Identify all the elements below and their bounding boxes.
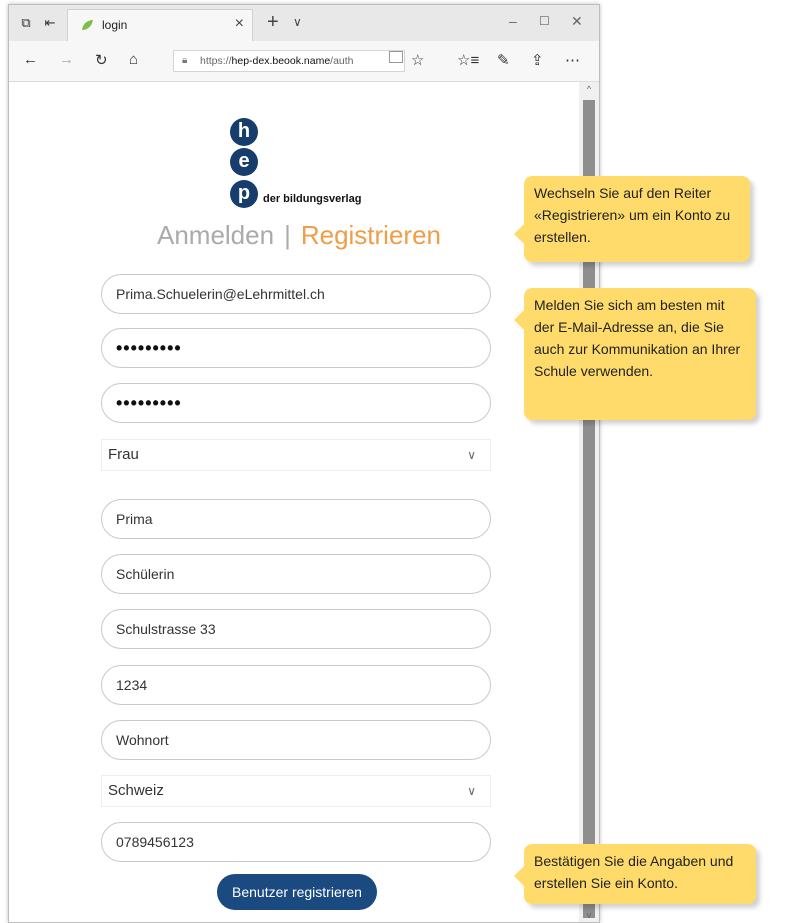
callout-pointer (514, 866, 524, 886)
logo-letter-h: h (230, 118, 258, 146)
last-name-field[interactable]: Schülerin (101, 554, 491, 594)
scroll-down-icon[interactable]: v (579, 910, 599, 920)
back-icon[interactable]: ← (23, 51, 38, 68)
register-button[interactable]: Benutzer registrieren (217, 874, 377, 910)
set-tabs-aside-icon[interactable]: ⇤ (39, 13, 61, 33)
share-icon[interactable]: ⇪ (531, 51, 544, 69)
callout-email-hint: Melden Sie sich am besten mit der E-Mail… (514, 288, 756, 420)
tab-actions-icon[interactable]: ⧉ (15, 13, 37, 33)
callout-pointer (514, 310, 524, 330)
tab-list-chevron-icon[interactable]: ∨ (293, 15, 302, 29)
address-bar[interactable]: 🔒︎ https://hep-dex.beook.name/auth (173, 50, 405, 72)
zip-field[interactable]: 1234 (101, 665, 491, 705)
country-select[interactable]: Schweiz ∨ (101, 775, 491, 807)
lock-icon: 🔒︎ (182, 55, 188, 66)
callout-text: Melden Sie sich am besten mit der E-Mail… (534, 297, 741, 379)
callout-text: Bestätigen Sie die Angaben und erstellen… (534, 853, 734, 891)
logo-letter-e: e (230, 148, 258, 176)
maximize-icon[interactable]: ☐ (539, 14, 550, 28)
tab-register[interactable]: Registrieren (301, 220, 441, 250)
url-host: hep-dex.beook.name (231, 55, 331, 67)
tab-close-icon[interactable]: × (235, 15, 244, 33)
navigation-bar: ← → ↻ ⌂ 🔒︎ https://hep-dex.beook.name/au… (9, 41, 599, 82)
more-icon[interactable]: ⋯ (565, 51, 580, 69)
logo-text: der bildungsverlag (263, 193, 362, 205)
email-field[interactable]: Prima.Schuelerin@eLehrmittel.ch (101, 274, 491, 314)
browser-window: ⧉ ⇤ login × + ∨ – ☐ ✕ ← → ↻ ⌂ 🔒︎ https:/… (8, 4, 600, 923)
tab-bar: ⧉ ⇤ login × + ∨ – ☐ ✕ (9, 5, 599, 41)
phone-field[interactable]: 0789456123 (101, 822, 491, 862)
minimize-icon[interactable]: – (509, 13, 517, 29)
callout-pointer (514, 224, 524, 244)
url-prefix: https:// (200, 55, 232, 67)
favorite-star-icon[interactable]: ☆ (411, 51, 424, 69)
scroll-up-icon[interactable]: ^ (579, 84, 599, 94)
reading-view-icon[interactable] (389, 51, 403, 63)
home-icon[interactable]: ⌂ (129, 51, 138, 68)
callout-text: Wechseln Sie auf den Reiter «Registriere… (534, 185, 731, 245)
logo-letter-p: p (230, 180, 258, 208)
refresh-icon[interactable]: ↻ (95, 51, 108, 69)
tab-login[interactable]: Anmelden (157, 220, 274, 250)
tab-title: login (102, 18, 128, 32)
chevron-down-icon: ∨ (467, 784, 476, 798)
city-field[interactable]: Wohnort (101, 720, 491, 760)
chevron-down-icon: ∨ (467, 448, 476, 462)
url-path: /auth (330, 55, 354, 67)
forward-icon[interactable]: → (59, 51, 74, 68)
pen-icon[interactable]: ✎ (497, 51, 510, 69)
first-name-field[interactable]: Prima (101, 499, 491, 539)
password-field[interactable]: ••••••••• (101, 328, 491, 368)
new-tab-icon[interactable]: + (267, 11, 279, 34)
page-content: h e p der bildungsverlag Anmelden | Regist… (9, 82, 579, 922)
browser-tab[interactable]: login × (67, 9, 253, 41)
auth-tabs: Anmelden | Registrieren (9, 220, 589, 251)
close-window-icon[interactable]: ✕ (571, 13, 583, 30)
password-confirm-field[interactable]: ••••••••• (101, 383, 491, 423)
leaf-favicon-icon (82, 20, 93, 30)
street-field[interactable]: Schulstrasse 33 (101, 609, 491, 649)
tab-separator: | (284, 220, 291, 250)
salutation-select[interactable]: Frau ∨ (101, 439, 491, 471)
callout-register-tab: Wechseln Sie auf den Reiter «Registriere… (514, 176, 750, 262)
salutation-value: Frau (108, 446, 139, 463)
favorites-list-icon[interactable]: ☆≡ (457, 51, 479, 69)
callout-confirm: Bestätigen Sie die Angaben und erstellen… (514, 844, 756, 904)
country-value: Schweiz (108, 782, 164, 799)
